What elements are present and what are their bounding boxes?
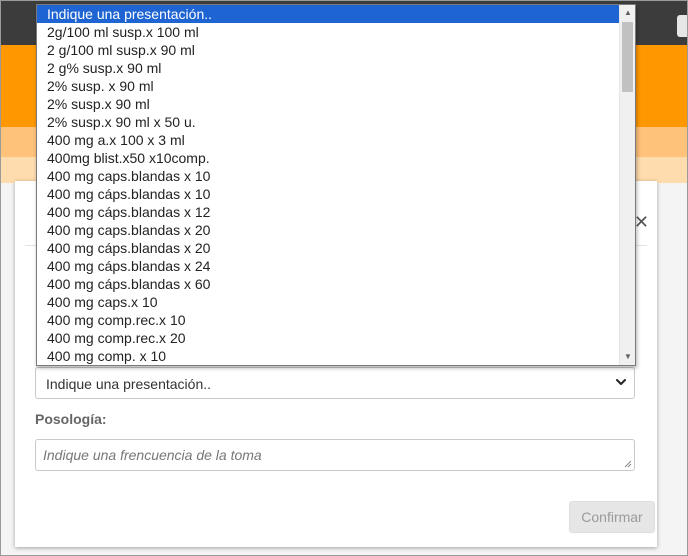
scrollbar-thumb[interactable] xyxy=(622,22,633,92)
resize-grip-icon[interactable] xyxy=(624,460,632,468)
dropdown-option[interactable]: 400 mg cáps.blandas x 20 xyxy=(37,239,619,257)
posologia-textarea[interactable]: Indique una frencuencia de la toma xyxy=(35,439,635,471)
dropdown-option[interactable]: 400 mg a.x 100 x 3 ml xyxy=(37,131,619,149)
presentation-select[interactable]: Indique una presentación.. xyxy=(35,367,635,399)
dropdown-option[interactable]: 400 mg caps.x 10 xyxy=(37,293,619,311)
dropdown-option[interactable]: 2% susp.x 90 ml xyxy=(37,95,619,113)
dropdown-option[interactable]: 400 mg cáps.blandas x 24 xyxy=(37,257,619,275)
dropdown-option[interactable]: 2 g/100 ml susp.x 90 ml xyxy=(37,41,619,59)
dropdown-option[interactable]: 400mg blist.x50 x10comp. xyxy=(37,149,619,167)
dropdown-option[interactable]: 400 mg caps.blandas x 20 xyxy=(37,221,619,239)
confirm-button[interactable]: Confirmar xyxy=(569,501,655,533)
chevron-down-icon xyxy=(616,379,626,385)
dropdown-scrollbar[interactable]: ▲ ▼ xyxy=(619,5,635,365)
posologia-placeholder: Indique una frencuencia de la toma xyxy=(43,447,262,463)
dropdown-option[interactable]: 400 mg caps.blandas x 10 xyxy=(37,167,619,185)
dropdown-option[interactable]: 2g/100 ml susp.x 100 ml xyxy=(37,23,619,41)
dropdown-option[interactable]: 400 mg comp. x 10 xyxy=(37,347,619,365)
scroll-down-arrow-icon[interactable]: ▼ xyxy=(620,349,635,365)
dropdown-option[interactable]: Indique una presentación.. xyxy=(37,5,619,23)
close-icon[interactable]: ✕ xyxy=(634,213,649,231)
presentation-dropdown-list: Indique una presentación.. 2g/100 ml susp… xyxy=(36,4,636,366)
dropdown-options: Indique una presentación.. 2g/100 ml susp… xyxy=(37,5,619,365)
dropdown-option[interactable]: 2% susp. x 90 ml xyxy=(37,77,619,95)
presentation-select-value: Indique una presentación.. xyxy=(46,376,212,392)
posologia-label: Posología: xyxy=(35,411,107,427)
dropdown-option[interactable]: 2 g% susp.x 90 ml xyxy=(37,59,619,77)
dropdown-option[interactable]: 2% susp.x 90 ml x 50 u. xyxy=(37,113,619,131)
dropdown-option[interactable]: 400 mg cáps.blandas x 10 xyxy=(37,185,619,203)
dropdown-option[interactable]: 400 mg cáps.blandas x 60 xyxy=(37,275,619,293)
scroll-up-arrow-icon[interactable]: ▲ xyxy=(620,5,635,21)
dropdown-option[interactable]: 400 mg comp.rec.x 20 xyxy=(37,329,619,347)
dropdown-option[interactable]: 400 mg comp.rec.x 10 xyxy=(37,311,619,329)
dropdown-option[interactable]: 400 mg cáps.blandas x 12 xyxy=(37,203,619,221)
topbar-button-edge[interactable] xyxy=(677,15,687,37)
